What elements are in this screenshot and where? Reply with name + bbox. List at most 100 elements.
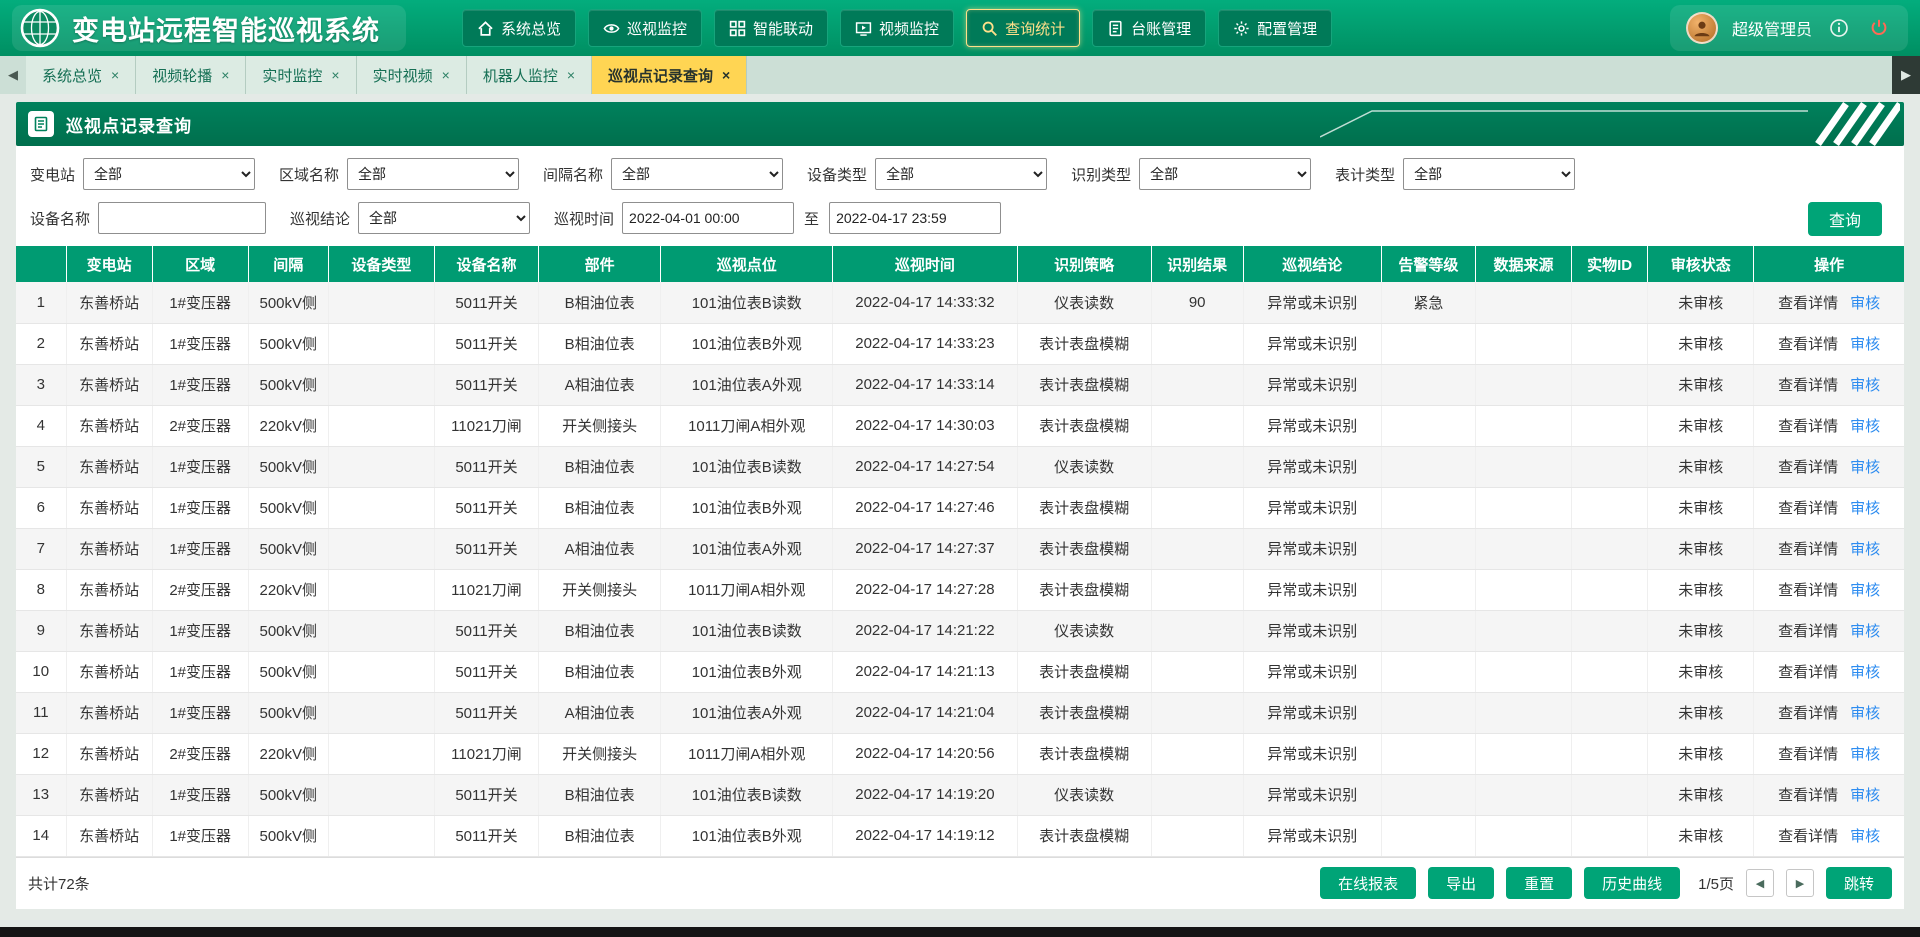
tab[interactable]: 机器人监控× bbox=[467, 56, 592, 94]
audit-link[interactable]: 审核 bbox=[1850, 459, 1880, 476]
export-button[interactable]: 导出 bbox=[1428, 867, 1494, 899]
view-detail-link[interactable]: 查看详情 bbox=[1778, 746, 1838, 763]
nav-button[interactable]: 智能联动 bbox=[714, 9, 828, 47]
tab[interactable]: 实时视频× bbox=[357, 56, 467, 94]
table-cell: 101油位表A外观 bbox=[661, 364, 833, 405]
main-nav: 系统总览巡视监控智能联动视频监控查询统计台账管理配置管理 bbox=[462, 9, 1332, 47]
audit-link[interactable]: 审核 bbox=[1850, 787, 1880, 804]
view-detail-link[interactable]: 查看详情 bbox=[1778, 377, 1838, 394]
audit-link[interactable]: 审核 bbox=[1850, 705, 1880, 722]
tab[interactable]: 实时监控 × bbox=[246, 56, 356, 94]
jump-button[interactable]: 跳转 bbox=[1826, 867, 1892, 899]
table-cell: 1#变压器 bbox=[152, 528, 248, 569]
search-button[interactable]: 查询 bbox=[1808, 202, 1882, 236]
view-detail-link[interactable]: 查看详情 bbox=[1778, 295, 1838, 312]
history-curve-button[interactable]: 历史曲线 bbox=[1584, 867, 1680, 899]
tabs-scroll-left-icon[interactable]: ◀ bbox=[0, 56, 26, 94]
tab[interactable]: 巡视点记录查询× bbox=[592, 56, 747, 94]
tab[interactable]: 视频轮播× bbox=[136, 56, 246, 94]
audit-link[interactable]: 审核 bbox=[1850, 746, 1880, 763]
close-icon[interactable]: × bbox=[111, 67, 119, 83]
page-info: 1/5页 bbox=[1698, 873, 1734, 894]
app-title: 变电站远程智能巡视系统 bbox=[72, 9, 380, 48]
avatar[interactable] bbox=[1686, 12, 1718, 44]
close-icon[interactable]: × bbox=[722, 67, 730, 83]
filter-select[interactable]: 全部 bbox=[875, 158, 1047, 190]
view-detail-link[interactable]: 查看详情 bbox=[1778, 582, 1838, 599]
table-cell: 8 bbox=[16, 569, 66, 610]
close-icon[interactable]: × bbox=[331, 67, 339, 83]
table-cell: 3 bbox=[16, 364, 66, 405]
close-icon[interactable]: × bbox=[567, 67, 575, 83]
view-detail-link[interactable]: 查看详情 bbox=[1778, 541, 1838, 558]
audit-link[interactable]: 审核 bbox=[1850, 377, 1880, 394]
table-cell bbox=[328, 610, 434, 651]
audit-link[interactable]: 审核 bbox=[1850, 828, 1880, 845]
filter-select[interactable]: 全部 bbox=[1139, 158, 1311, 190]
table-cell bbox=[1475, 364, 1571, 405]
audit-link[interactable]: 审核 bbox=[1850, 582, 1880, 599]
audit-link[interactable]: 审核 bbox=[1850, 336, 1880, 353]
view-detail-link[interactable]: 查看详情 bbox=[1778, 664, 1838, 681]
nav-button[interactable]: 巡视监控 bbox=[588, 9, 702, 47]
filter-select[interactable]: 全部 bbox=[1403, 158, 1575, 190]
audit-link[interactable]: 审核 bbox=[1850, 418, 1880, 435]
table-cell bbox=[328, 774, 434, 815]
prev-page-button[interactable]: ◀ bbox=[1746, 869, 1774, 897]
tab-label: 实时监控 bbox=[262, 65, 322, 86]
power-icon[interactable] bbox=[1866, 15, 1892, 41]
close-icon[interactable]: × bbox=[442, 67, 450, 83]
table-cell: 异常或未识别 bbox=[1243, 774, 1381, 815]
audit-link[interactable]: 审核 bbox=[1850, 541, 1880, 558]
view-detail-link[interactable]: 查看详情 bbox=[1778, 828, 1838, 845]
records-table-wrap: 变电站区域间隔设备类型设备名称部件巡视点位巡视时间识别策略识别结果巡视结论告警等… bbox=[16, 246, 1904, 857]
tab[interactable]: 系统总览× bbox=[26, 56, 136, 94]
nav-button[interactable]: 配置管理 bbox=[1218, 9, 1332, 47]
operation-cell: 查看详情审核 bbox=[1754, 610, 1904, 651]
table-cell: 未审核 bbox=[1648, 651, 1754, 692]
device-name-input[interactable] bbox=[98, 202, 266, 234]
table-cell: 500kV侧 bbox=[248, 323, 328, 364]
nav-button[interactable]: 台账管理 bbox=[1092, 9, 1206, 47]
reset-button[interactable]: 重置 bbox=[1506, 867, 1572, 899]
audit-link[interactable]: 审核 bbox=[1850, 295, 1880, 312]
time-from-input[interactable] bbox=[622, 202, 794, 234]
table-cell: 5011开关 bbox=[434, 610, 538, 651]
table-cell bbox=[1475, 733, 1571, 774]
audit-link[interactable]: 审核 bbox=[1850, 664, 1880, 681]
table-row: 3东善桥站1#变压器500kV侧5011开关A相油位表101油位表A外观2022… bbox=[16, 364, 1904, 405]
operation-cell: 查看详情审核 bbox=[1754, 569, 1904, 610]
table-cell: 2022-04-17 14:19:20 bbox=[833, 774, 1017, 815]
table-cell: 异常或未识别 bbox=[1243, 528, 1381, 569]
filter-select[interactable]: 全部 bbox=[611, 158, 783, 190]
view-detail-link[interactable]: 查看详情 bbox=[1778, 459, 1838, 476]
table-cell bbox=[1381, 651, 1475, 692]
table-cell: 表计表盘模糊 bbox=[1017, 364, 1151, 405]
table-cell bbox=[328, 323, 434, 364]
view-detail-link[interactable]: 查看详情 bbox=[1778, 418, 1838, 435]
table-cell: A相油位表 bbox=[539, 692, 661, 733]
nav-button[interactable]: 视频监控 bbox=[840, 9, 954, 47]
close-icon[interactable]: × bbox=[221, 67, 229, 83]
view-detail-link[interactable]: 查看详情 bbox=[1778, 705, 1838, 722]
view-detail-link[interactable]: 查看详情 bbox=[1778, 623, 1838, 640]
time-range-filter: 巡视时间 至 bbox=[554, 202, 1001, 234]
filter-select[interactable]: 全部 bbox=[83, 158, 255, 190]
next-page-button[interactable]: ▶ bbox=[1786, 869, 1814, 897]
time-to-input[interactable] bbox=[829, 202, 1001, 234]
conclusion-select[interactable]: 全部 bbox=[358, 202, 530, 234]
nav-button[interactable]: 系统总览 bbox=[462, 9, 576, 47]
filter-select[interactable]: 全部 bbox=[347, 158, 519, 190]
view-detail-link[interactable]: 查看详情 bbox=[1778, 787, 1838, 804]
audit-link[interactable]: 审核 bbox=[1850, 500, 1880, 517]
tabs-scroll-right-icon[interactable]: ▶ bbox=[1892, 56, 1920, 94]
info-icon[interactable] bbox=[1826, 15, 1852, 41]
column-header: 巡视时间 bbox=[833, 246, 1017, 282]
online-report-button[interactable]: 在线报表 bbox=[1320, 867, 1416, 899]
table-cell bbox=[1381, 610, 1475, 651]
audit-link[interactable]: 审核 bbox=[1850, 623, 1880, 640]
view-detail-link[interactable]: 查看详情 bbox=[1778, 336, 1838, 353]
view-detail-link[interactable]: 查看详情 bbox=[1778, 500, 1838, 517]
table-cell bbox=[1475, 282, 1571, 323]
nav-button[interactable]: 查询统计 bbox=[966, 9, 1080, 47]
